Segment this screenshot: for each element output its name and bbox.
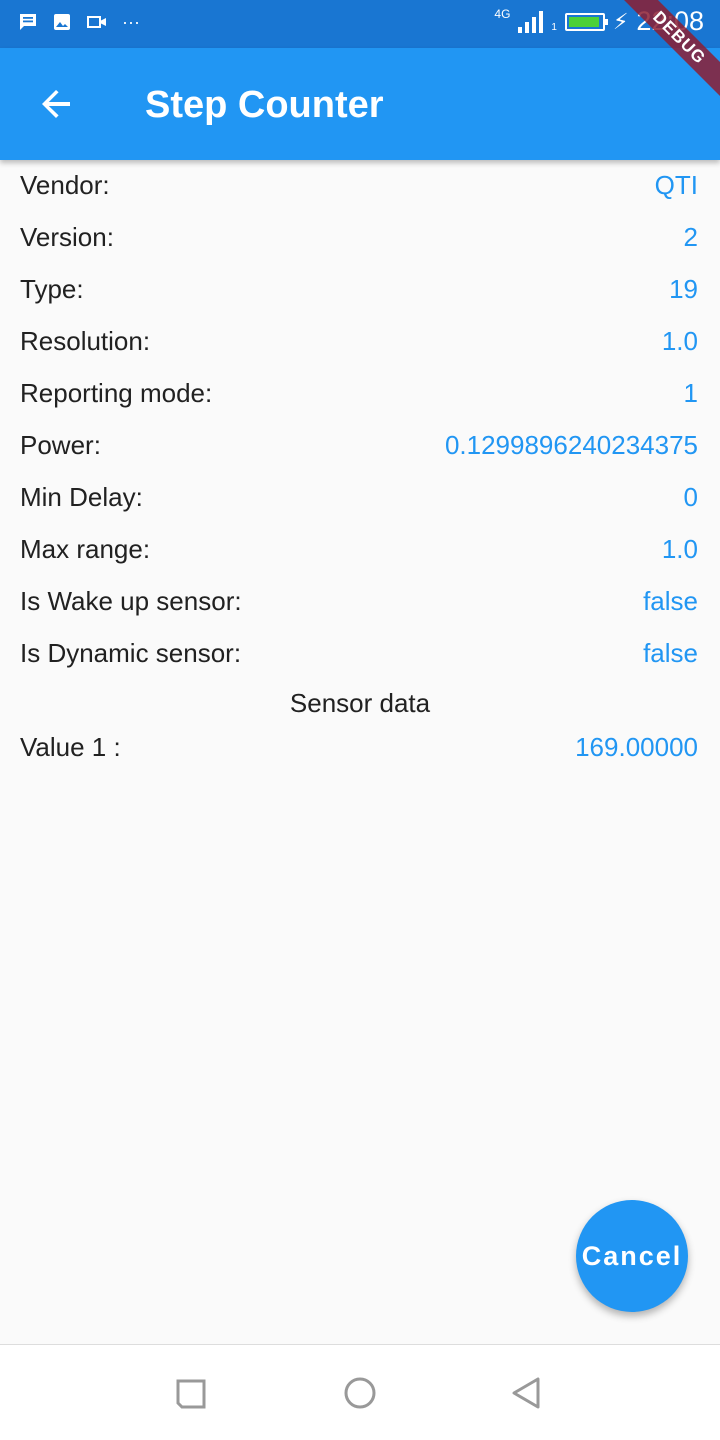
sensor-info-list: Vendor: QTI Version: 2 Type: 19 Resolution: 1.0… <box>0 160 720 680</box>
row-value: false <box>643 586 698 616</box>
row-value: 0 <box>683 482 698 512</box>
info-row: Vendor: QTI <box>0 160 720 212</box>
sensor-data-title: Sensor data <box>289 688 431 718</box>
row-label: Reporting mode: <box>20 378 213 408</box>
app-bar: Step Counter <box>0 48 720 160</box>
row-value: 169.00000 <box>575 732 698 762</box>
row-value: QTI <box>654 170 698 200</box>
row-label: Resolution: <box>20 326 151 356</box>
row-label: Vendor: <box>20 170 110 200</box>
arrow-back-icon[interactable] <box>36 84 76 124</box>
notification-icons: ··· <box>18 12 140 32</box>
row-value: 2 <box>683 222 698 252</box>
status-bar: ··· 4G 1 ⚡︎ 22:08 <box>0 0 720 48</box>
navigation-bar <box>0 1344 720 1440</box>
row-label: Value 1 : <box>20 732 121 762</box>
info-row: Type: 19 <box>0 264 720 316</box>
info-row: Resolution: 1.0 <box>0 316 720 368</box>
battery-level <box>568 16 600 27</box>
battery-icon <box>564 12 608 31</box>
sensor-data-list: Value 1 : 169.00000 <box>0 720 720 772</box>
cancel-button[interactable]: Cancel <box>576 1200 688 1312</box>
sim-slot: 1 <box>551 22 557 33</box>
row-label: Max range: <box>20 534 151 564</box>
charging-icon: ⚡︎ <box>612 8 629 34</box>
sensor-details: Vendor: QTI Version: 2 Type: 19 Resolution: 1.0… <box>0 160 720 772</box>
row-value: 1.0 <box>661 534 698 564</box>
info-row: Is Dynamic sensor: false <box>0 628 720 680</box>
info-row: Min Delay: 0 <box>0 472 720 524</box>
info-row: Power: 0.1299896240234375 <box>0 420 720 472</box>
row-label: Type: <box>20 274 84 304</box>
status-indicators: 4G 1 ⚡︎ 22:08 <box>494 6 704 37</box>
row-label: Power: <box>20 430 101 460</box>
home-icon[interactable] <box>340 1373 380 1413</box>
back-nav-icon[interactable] <box>506 1373 546 1413</box>
row-label: Is Wake up sensor: <box>20 586 242 616</box>
network-type: 4G <box>494 6 511 21</box>
row-label: Is Dynamic sensor: <box>20 638 242 668</box>
row-value: false <box>643 638 698 668</box>
page-title: Step Counter <box>145 84 384 126</box>
message-icon <box>20 14 36 30</box>
video-icon <box>87 16 106 28</box>
row-label: Version: <box>20 222 114 252</box>
image-icon <box>54 14 70 30</box>
row-value: 0.1299896240234375 <box>444 430 698 460</box>
row-value: 1.0 <box>661 326 698 356</box>
clock: 22:08 <box>636 6 704 36</box>
row-value: 19 <box>669 274 698 304</box>
info-row: Is Wake up sensor: false <box>0 576 720 628</box>
signal-icon <box>518 10 544 33</box>
more-dots-icon: ··· <box>122 12 140 32</box>
info-row: Max range: 1.0 <box>0 524 720 576</box>
recent-apps-icon[interactable] <box>172 1373 212 1413</box>
info-row: Value 1 : 169.00000 <box>0 720 720 772</box>
info-row: Reporting mode: 1 <box>0 368 720 420</box>
row-value: 1 <box>683 378 698 408</box>
info-row: Version: 2 <box>0 212 720 264</box>
row-label: Min Delay: <box>20 482 143 512</box>
